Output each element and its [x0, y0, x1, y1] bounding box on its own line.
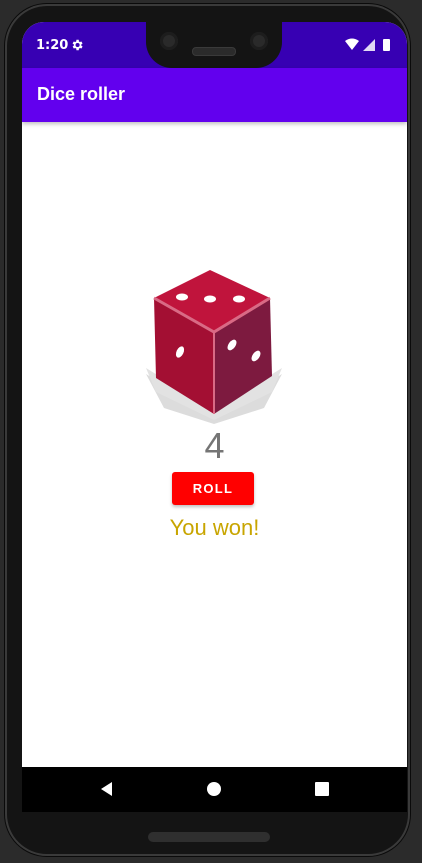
status-time: 1:20	[36, 38, 69, 53]
navigation-bar	[22, 767, 407, 812]
dice-result: 4	[204, 425, 225, 466]
status-indicators	[345, 38, 390, 51]
front-camera-left	[160, 32, 178, 50]
app-bar: Dice roller	[22, 68, 407, 122]
earpiece-speaker	[192, 47, 236, 56]
battery-icon	[383, 39, 390, 51]
roll-button[interactable]: ROLL	[172, 472, 254, 505]
app-title: Dice roller	[37, 84, 126, 104]
camera-notch	[146, 22, 282, 68]
device-chin-speaker	[148, 832, 270, 842]
result-message: You won!	[169, 515, 260, 540]
back-icon[interactable]	[97, 779, 117, 799]
device-screen: 1:20 Dice roller 4 ROLL You won!	[22, 22, 407, 812]
front-camera-right	[250, 32, 268, 50]
signal-icon	[363, 39, 375, 51]
gear-icon	[72, 39, 83, 51]
device-frame: 1:20 Dice roller 4 ROLL You won!	[5, 4, 410, 856]
home-icon[interactable]	[204, 779, 224, 799]
dice-icon	[146, 270, 282, 424]
wifi-icon	[345, 38, 359, 50]
recents-icon[interactable]	[312, 779, 332, 799]
